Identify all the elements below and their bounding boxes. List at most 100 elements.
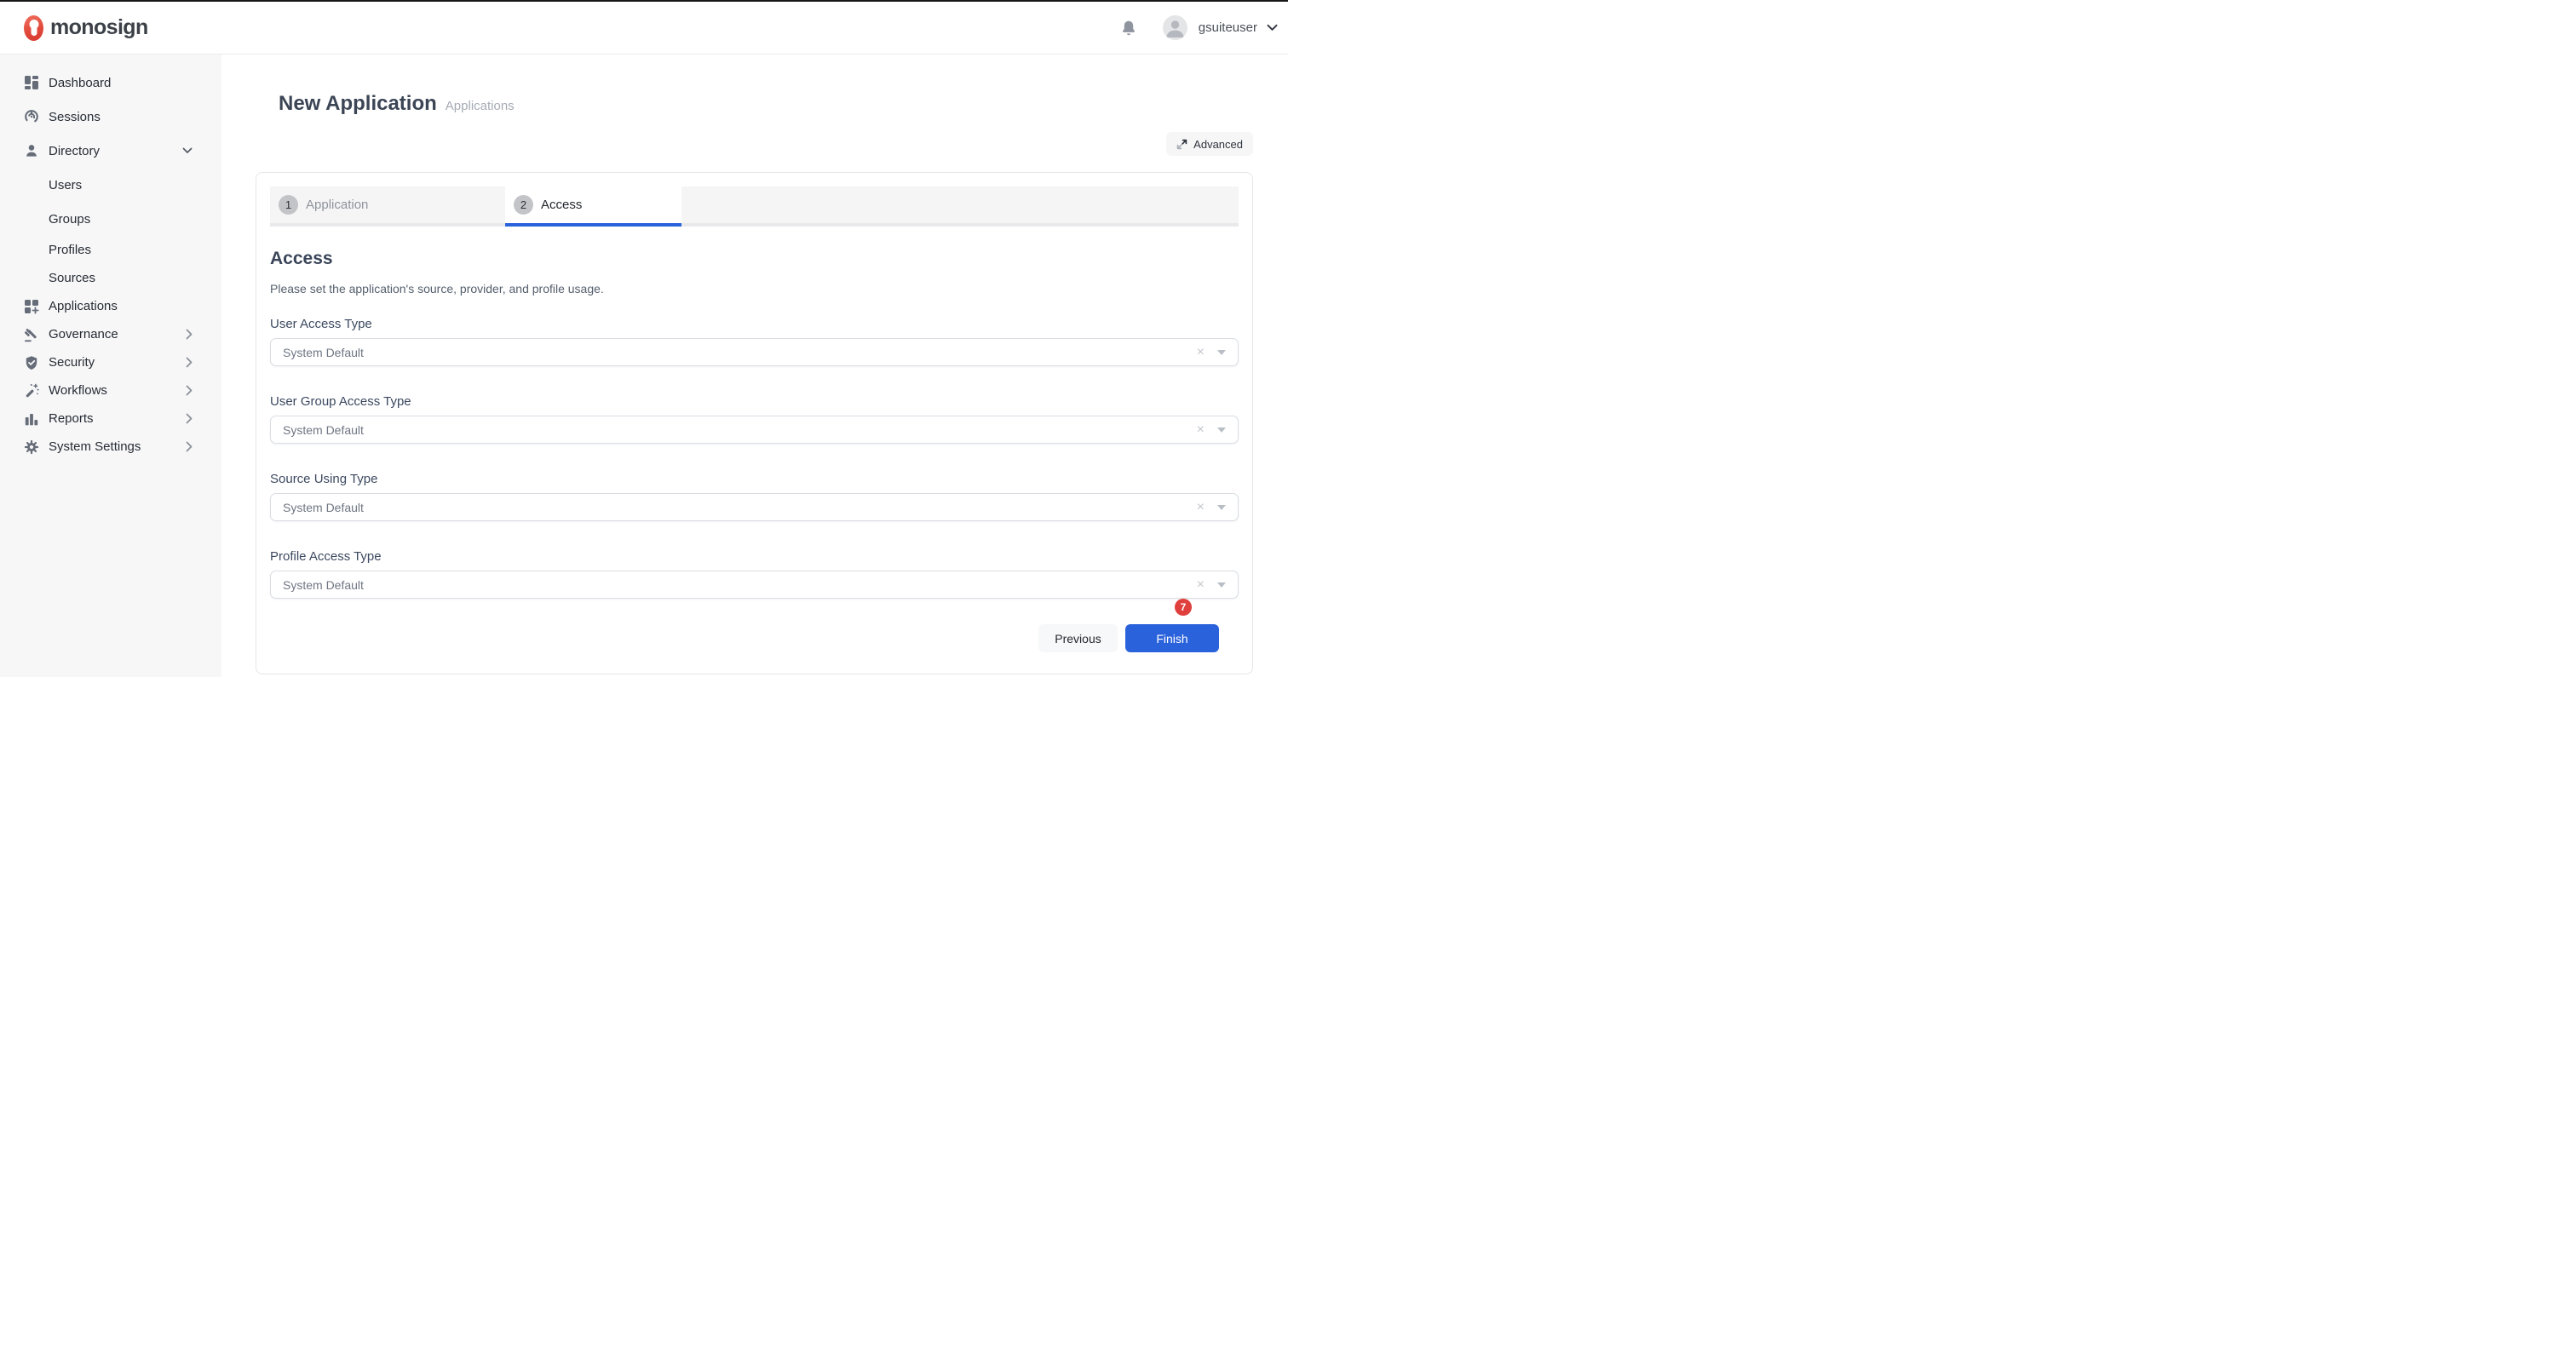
dashboard-grid-icon — [24, 75, 39, 90]
source-using-type-select[interactable]: System Default × — [270, 493, 1239, 521]
shield-check-icon — [24, 355, 39, 370]
sidebar-item-label: System Settings — [49, 439, 141, 454]
tab-application[interactable]: 1 Application — [270, 186, 505, 223]
chevron-down-icon[interactable] — [1267, 24, 1278, 32]
field-label: Profile Access Type — [270, 548, 1239, 565]
section-heading: Access — [270, 249, 1239, 269]
step-badge: 7 — [1175, 599, 1192, 616]
page-title: New Application — [279, 92, 437, 116]
chevron-right-icon — [186, 441, 193, 452]
wizard-steps: 1 Application 2 Access — [270, 186, 1239, 223]
tab-label: Application — [306, 198, 368, 212]
tabs-divider — [270, 223, 1239, 227]
caret-down-icon — [1217, 582, 1226, 588]
bar-chart-icon — [24, 411, 39, 427]
step-number: 1 — [279, 195, 298, 215]
sidebar-item-label: Applications — [49, 299, 118, 313]
sidebar-item-label: Users — [49, 178, 82, 192]
previous-button[interactable]: Previous — [1038, 624, 1118, 652]
sidebar-item-label: Sessions — [49, 110, 101, 124]
advanced-button[interactable]: Advanced — [1166, 132, 1253, 156]
chevron-right-icon — [186, 329, 193, 340]
sidebar-item-security[interactable]: Security — [0, 348, 221, 376]
chevron-down-icon — [182, 147, 193, 154]
section-description: Please set the application's source, pro… — [270, 282, 1239, 296]
select-value: System Default — [283, 501, 364, 514]
toolbar-row: Advanced — [256, 132, 1253, 156]
avatar[interactable] — [1163, 15, 1187, 40]
select-value: System Default — [283, 423, 364, 437]
gavel-icon — [24, 327, 39, 342]
sidebar-item-label: Directory — [49, 144, 100, 158]
field-label: User Access Type — [270, 316, 1239, 332]
field-user-group-access-type: User Group Access Type System Default × — [270, 393, 1239, 444]
sidebar-item-groups[interactable]: Groups — [0, 202, 221, 236]
sidebar-item-label: Groups — [49, 212, 90, 227]
brand-name: monosign — [50, 15, 148, 40]
tab-label: Access — [541, 198, 582, 212]
clear-icon[interactable]: × — [1197, 423, 1205, 437]
finish-button[interactable]: Finish — [1125, 624, 1219, 652]
monosign-keyhole-icon — [24, 15, 43, 41]
sidebar-item-label: Governance — [49, 327, 118, 341]
main-content: New Application Applications Advanced — [221, 55, 1288, 677]
app-body: Dashboard Sessions — [0, 55, 1288, 677]
sidebar-item-governance[interactable]: Governance — [0, 320, 221, 348]
sessions-radar-icon — [24, 109, 39, 124]
clear-icon[interactable]: × — [1197, 346, 1205, 359]
clear-icon[interactable]: × — [1197, 501, 1205, 514]
field-label: User Group Access Type — [270, 393, 1239, 410]
select-value: System Default — [283, 578, 364, 592]
app-screen: monosign gsuiteuser — [0, 0, 1288, 677]
chevron-right-icon — [186, 413, 193, 424]
brand-logo[interactable]: monosign — [24, 15, 148, 41]
sidebar-item-reports[interactable]: Reports — [0, 404, 221, 433]
access-form: User Access Type System Default × User G… — [270, 316, 1239, 599]
field-user-access-type: User Access Type System Default × — [270, 316, 1239, 366]
caret-down-icon — [1217, 350, 1226, 355]
field-label: Source Using Type — [270, 471, 1239, 487]
breadcrumb: Applications — [446, 99, 515, 113]
person-icon — [24, 143, 39, 158]
sidebar-item-label: Reports — [49, 411, 94, 426]
sidebar-item-users[interactable]: Users — [0, 168, 221, 202]
sidebar-item-dashboard[interactable]: Dashboard — [0, 66, 221, 100]
page-head: New Application Applications — [256, 92, 1253, 116]
field-profile-access-type: Profile Access Type System Default × — [270, 548, 1239, 599]
sidebar-item-label: Workflows — [49, 383, 107, 398]
topbar-actions: gsuiteuser — [1120, 15, 1278, 40]
user-access-type-select[interactable]: System Default × — [270, 338, 1239, 366]
sidebar-item-sources[interactable]: Sources — [0, 264, 221, 292]
user-group-access-type-select[interactable]: System Default × — [270, 416, 1239, 444]
gear-icon — [24, 439, 39, 455]
clear-icon[interactable]: × — [1197, 578, 1205, 592]
topbar: monosign gsuiteuser — [0, 2, 1288, 55]
advanced-button-label: Advanced — [1193, 138, 1243, 151]
profile-access-type-select[interactable]: System Default × — [270, 571, 1239, 599]
sidebar-item-label: Dashboard — [49, 76, 111, 90]
sidebar-item-sessions[interactable]: Sessions — [0, 100, 221, 134]
field-source-using-type: Source Using Type System Default × — [270, 471, 1239, 521]
magic-wand-icon — [24, 383, 39, 399]
sidebar-item-system-settings[interactable]: System Settings — [0, 433, 221, 461]
tab-access[interactable]: 2 Access — [505, 186, 681, 223]
sidebar-item-applications[interactable]: Applications — [0, 292, 221, 320]
grid-plus-icon — [24, 299, 39, 314]
notifications-bell-icon[interactable] — [1120, 20, 1137, 37]
caret-down-icon — [1217, 427, 1226, 433]
expand-arrows-icon — [1176, 139, 1187, 150]
username[interactable]: gsuiteuser — [1199, 20, 1257, 35]
caret-down-icon — [1217, 505, 1226, 510]
chevron-right-icon — [186, 357, 193, 368]
wizard-card: 1 Application 2 Access Access Please set… — [256, 172, 1253, 674]
sidebar-item-directory[interactable]: Directory — [0, 134, 221, 168]
step-number: 2 — [514, 195, 533, 215]
sidebar-item-label: Profiles — [49, 243, 91, 257]
sidebar: Dashboard Sessions — [0, 55, 221, 677]
sidebar-item-label: Security — [49, 355, 95, 370]
sidebar-item-profiles[interactable]: Profiles — [0, 236, 221, 264]
chevron-right-icon — [186, 385, 193, 396]
wizard-actions: 7 Previous Finish — [270, 624, 1239, 652]
sidebar-item-label: Sources — [49, 271, 95, 285]
sidebar-item-workflows[interactable]: Workflows — [0, 376, 221, 404]
